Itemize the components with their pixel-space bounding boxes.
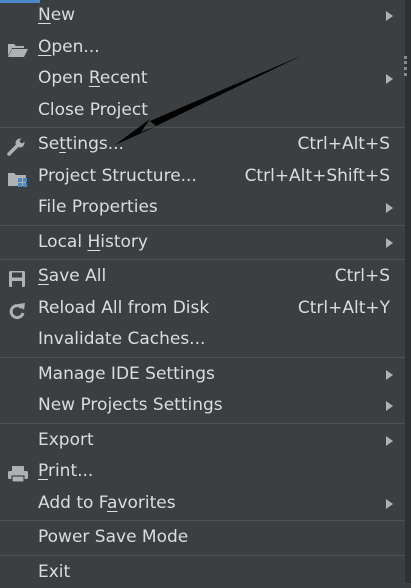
menu-item-label: Manage IDE Settings [38,359,215,391]
menu-item-save-all[interactable]: Save All Ctrl+S [0,261,405,293]
shortcut-label: Ctrl+Alt+Shift+S [245,161,390,193]
menu-item-label: Settings... [38,129,124,161]
menu-item-reload-from-disk[interactable]: Reload All from Disk Ctrl+Alt+Y [0,293,405,325]
shortcut-label: Ctrl+S [335,261,390,293]
menu-item-label: Project Structure... [38,161,197,193]
menu-item-label: Save All [38,261,106,293]
menu-item-settings[interactable]: Settings... Ctrl+Alt+S [0,129,405,161]
file-menu: New Open... Open Recent Close Project Se… [0,0,405,588]
menu-item-label: File Properties [38,192,158,224]
save-icon [7,268,27,286]
wrench-icon [7,136,27,154]
menu-item-invalidate-caches[interactable]: Invalidate Caches... [0,324,405,356]
menu-item-label: Open... [38,32,100,64]
menu-item-file-properties[interactable]: File Properties [0,192,405,224]
reload-icon [7,300,27,318]
menu-item-local-history[interactable]: Local History [0,227,405,259]
menu-item-label: Close Project [38,95,148,127]
menu-item-label: Local History [38,227,148,259]
printer-icon [7,463,27,481]
submenu-arrow-icon [386,436,393,446]
menu-item-label: Export [38,425,94,457]
menu-item-label: Exit [38,557,70,588]
menu-item-label: New Projects Settings [38,390,223,422]
submenu-arrow-icon [386,238,393,248]
submenu-arrow-icon [386,11,393,21]
menu-item-label: Open Recent [38,63,148,95]
menu-item-label: Add to Favorites [38,488,176,520]
menu-item-open-recent[interactable]: Open Recent [0,63,405,95]
menu-item-label: New [38,0,75,32]
project-structure-icon [7,168,27,186]
menu-item-label: Invalidate Caches... [38,324,205,356]
menu-item-label: Power Save Mode [38,522,188,554]
shortcut-label: Ctrl+Alt+S [297,129,390,161]
folder-open-icon [7,39,27,57]
menu-item-exit[interactable]: Exit [0,557,405,588]
menu-item-label: Reload All from Disk [38,293,209,325]
menu-item-add-to-favorites[interactable]: Add to Favorites [0,488,405,520]
menu-item-project-structure[interactable]: Project Structure... Ctrl+Alt+Shift+S [0,161,405,193]
menu-item-manage-ide-settings[interactable]: Manage IDE Settings [0,359,405,391]
shortcut-label: Ctrl+Alt+Y [298,293,390,325]
submenu-arrow-icon [386,370,393,380]
menu-item-open[interactable]: Open... [0,32,405,64]
menu-item-print[interactable]: Print... [0,456,405,488]
submenu-arrow-icon [386,401,393,411]
menu-item-close-project[interactable]: Close Project [0,95,405,127]
submenu-arrow-icon [386,499,393,509]
menu-item-export[interactable]: Export [0,425,405,457]
menu-item-power-save-mode[interactable]: Power Save Mode [0,522,405,554]
submenu-arrow-icon [386,203,393,213]
submenu-arrow-icon [386,74,393,84]
menu-item-new-projects-settings[interactable]: New Projects Settings [0,390,405,422]
menu-item-new[interactable]: New [0,0,405,32]
menu-item-label: Print... [38,456,93,488]
editor-edge [405,0,411,583]
